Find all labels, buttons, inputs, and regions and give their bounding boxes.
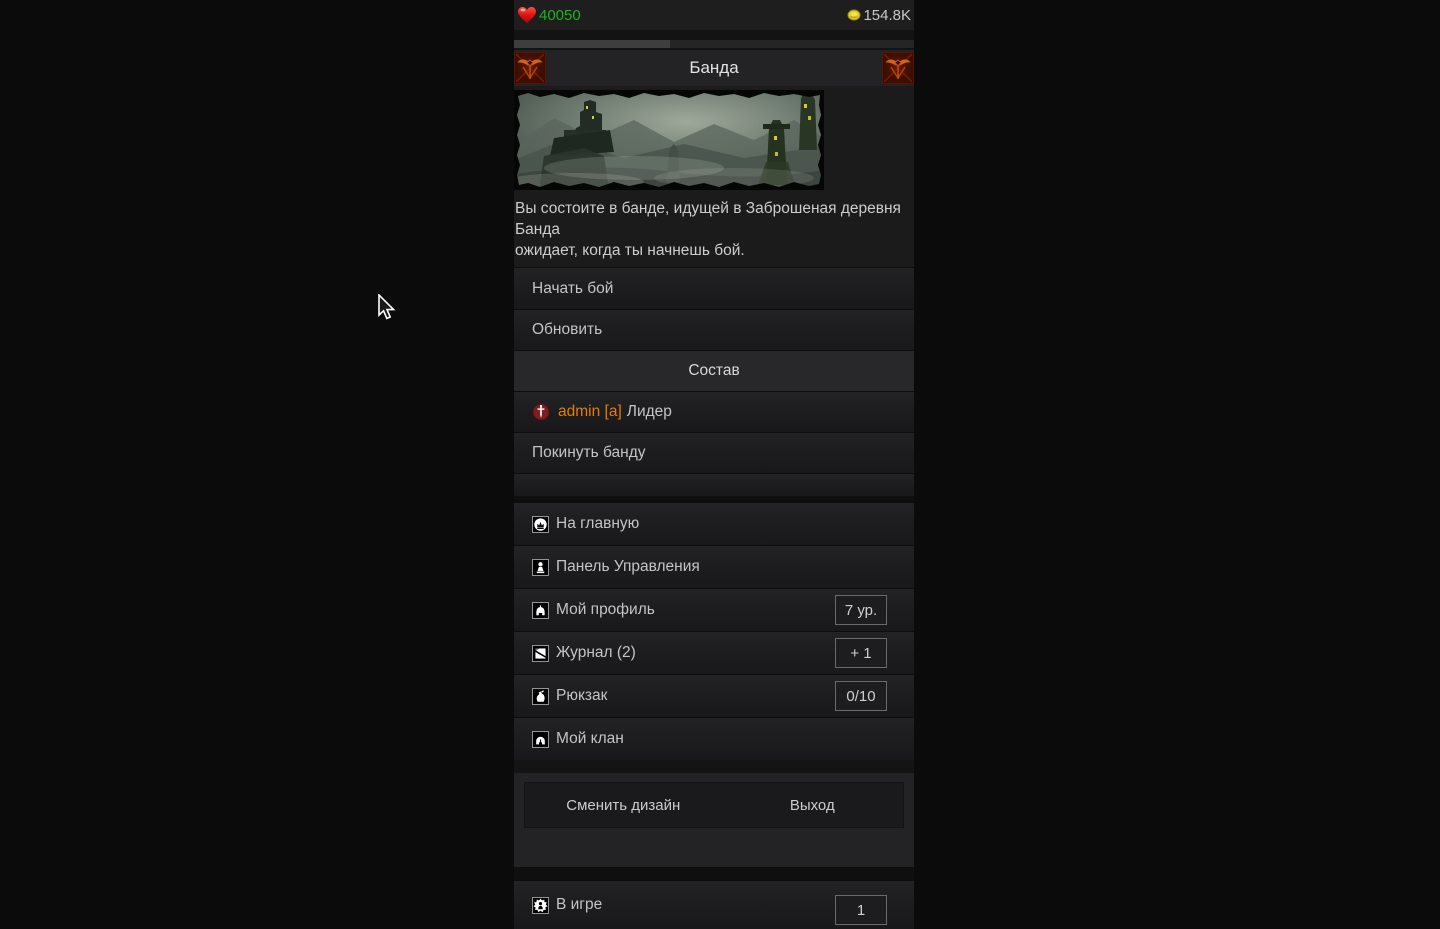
leave-gang-label: Покинуть банду [532, 444, 646, 461]
menu-item-control-panel[interactable]: Панель Управления [514, 545, 914, 588]
online-players-icon [532, 896, 549, 914]
online-row[interactable]: В игре 1 [514, 880, 914, 929]
clan-emblem-icon [514, 52, 546, 84]
heart-icon [518, 7, 536, 23]
menu-label: Мой клан [556, 730, 624, 747]
roster-section-header: Состав [514, 350, 914, 391]
journal-new-badge: + 1 [835, 638, 887, 668]
menu-label: На главную [556, 515, 640, 532]
clan-emblem-icon [882, 52, 914, 84]
start-fight-label: Начать бой [532, 279, 614, 297]
page-header: Банда [514, 50, 914, 86]
progress-fill [514, 40, 670, 48]
menu-label: Журнал (2) [556, 644, 636, 661]
leave-gang-button[interactable]: Покинуть банду [514, 432, 914, 473]
member-name-link[interactable]: admin [a] [558, 403, 622, 421]
money-value: 154.8K [863, 6, 911, 24]
menu-item-profile[interactable]: Мой профиль 7 ур. [514, 588, 914, 631]
section-divider [514, 867, 914, 880]
health-value: 40050 [539, 6, 581, 24]
page-title: Банда [689, 58, 739, 77]
level-badge: 7 ур. [835, 595, 887, 625]
clan-helmet-icon [532, 730, 549, 748]
exit-link[interactable]: Выход [722, 797, 903, 814]
menu-label: Мой профиль [556, 601, 655, 618]
menu-label: Панель Управления [556, 558, 700, 575]
home-icon [532, 515, 549, 533]
member-row[interactable]: admin [a] Лидер [514, 391, 914, 432]
section-divider [514, 760, 914, 773]
menu-item-journal[interactable]: Журнал (2) + 1 [514, 631, 914, 674]
menu-item-clan[interactable]: Мой клан [514, 717, 914, 760]
start-fight-button[interactable]: Начать бой [514, 267, 914, 309]
top-stats-bar: 40050 154.8K [514, 0, 914, 30]
menu-item-home[interactable]: На главную [514, 502, 914, 545]
menu-label: Рюкзак [556, 687, 608, 704]
description-line: ожидает, когда ты начнешь бой. [515, 242, 745, 259]
mouse-cursor [378, 294, 396, 320]
footer-panel: Сменить дизайн Выход [514, 773, 914, 867]
load-progress-bar [514, 40, 914, 48]
location-banner-wrap [514, 86, 914, 190]
backpack-sack-icon [532, 687, 549, 705]
menu-item-backpack[interactable]: Рюкзак 0/10 [514, 674, 914, 717]
backpack-capacity-badge: 0/10 [835, 681, 887, 711]
profile-helmet-icon [532, 601, 549, 619]
gang-description: Вы состоите в банде, идущей в Заброшеная… [514, 190, 914, 267]
health-stat: 40050 [517, 6, 581, 24]
game-main-column: 40050 154.8K Банда Вы состоите в банде, … [514, 0, 914, 929]
description-line: Вы состоите в банде, идущей в Заброшеная… [515, 200, 901, 238]
leader-sword-icon [532, 403, 550, 421]
spacer [514, 30, 914, 40]
refresh-label: Обновить [532, 321, 603, 338]
money-stat: 154.8K [847, 7, 911, 24]
online-label: В игре [556, 896, 603, 913]
control-panel-icon [532, 558, 549, 576]
coin-icon [847, 9, 861, 21]
location-banner-image [514, 90, 824, 190]
change-design-link[interactable]: Сменить дизайн [525, 797, 722, 814]
empty-row [514, 473, 914, 496]
member-role: Лидер [626, 403, 672, 420]
footer-links-box: Сменить дизайн Выход [524, 782, 904, 828]
refresh-button[interactable]: Обновить [514, 309, 914, 350]
journal-scroll-icon [532, 644, 549, 662]
roster-title: Состав [688, 362, 740, 379]
